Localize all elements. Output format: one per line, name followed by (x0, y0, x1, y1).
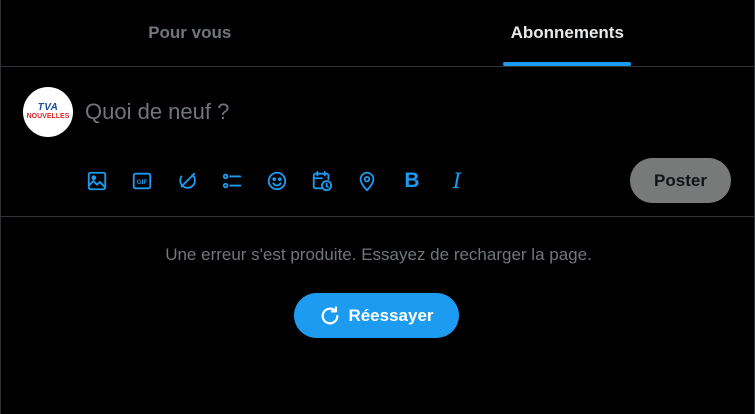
compose-input[interactable] (85, 95, 645, 129)
active-tab-indicator (503, 62, 632, 66)
bold-glyph: B (404, 169, 420, 192)
retry-label: Réessayer (348, 305, 434, 325)
grok-icon[interactable] (176, 170, 198, 192)
location-icon[interactable] (356, 170, 378, 192)
tab-following[interactable]: Abonnements (379, 0, 755, 66)
tab-for-you-label: Pour vous (148, 23, 232, 42)
error-message: Une erreur s'est produite. Essayez de re… (165, 245, 592, 264)
gif-icon[interactable]: GIF (131, 170, 153, 192)
image-icon[interactable] (86, 170, 108, 192)
retry-button[interactable]: Réessayer (294, 293, 459, 338)
post-button[interactable]: Poster (630, 158, 731, 203)
timeline-tabs: Pour vous Abonnements (1, 0, 755, 67)
schedule-icon[interactable] (311, 170, 333, 192)
avatar-logo-line1: TVA (37, 102, 59, 113)
composer-toolbar: GIF B I (86, 167, 491, 195)
avatar[interactable]: TVA NOUVELLES (23, 87, 73, 137)
svg-text:GIF: GIF (137, 179, 148, 186)
post-composer: TVA NOUVELLES GIF (1, 67, 755, 217)
poll-icon[interactable] (221, 170, 243, 192)
bold-icon[interactable]: B (401, 170, 423, 192)
tab-for-you[interactable]: Pour vous (1, 0, 379, 66)
timeline-column: Pour vous Abonnements TVA NOUVELLES Quoi… (0, 0, 755, 414)
tab-following-label: Abonnements (510, 23, 624, 42)
avatar-logo-line2: NOUVELLES (26, 113, 70, 120)
italic-icon[interactable]: I (446, 170, 468, 192)
emoji-icon[interactable] (266, 170, 288, 192)
refresh-icon (322, 305, 339, 324)
italic-glyph: I (452, 169, 462, 193)
